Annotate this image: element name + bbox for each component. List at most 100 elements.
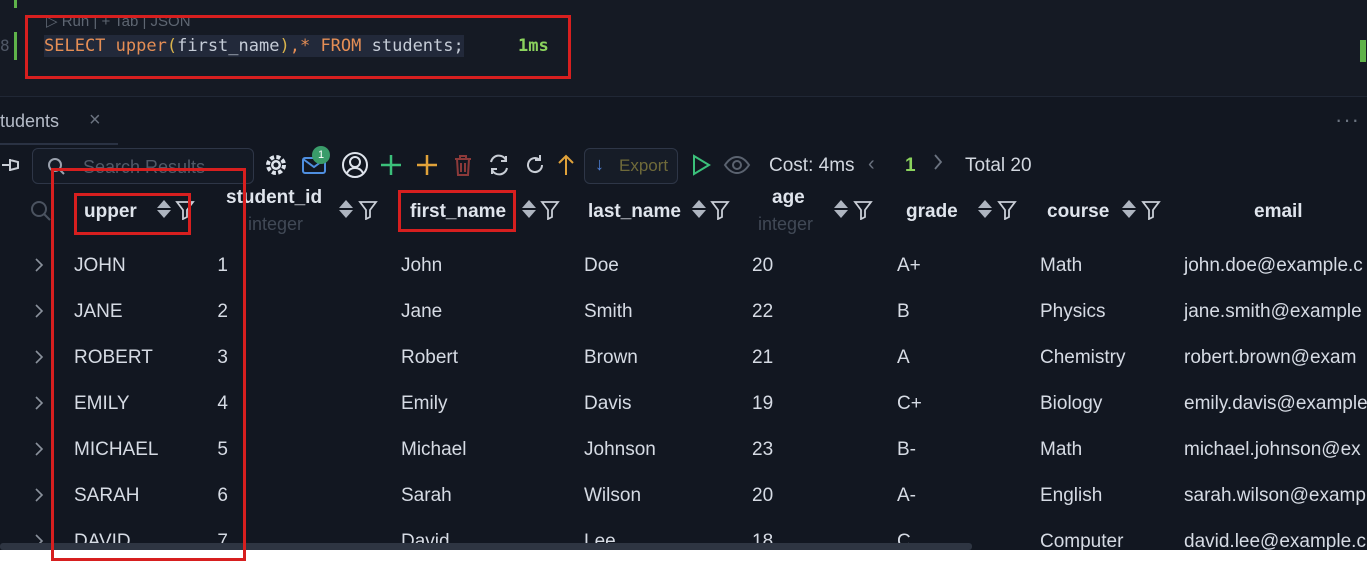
column-header-age[interactable]: age bbox=[772, 187, 805, 209]
editor-scrollbar[interactable] bbox=[1360, 40, 1366, 62]
sql-statement[interactable]: SELECT upper(first_name),* FROM students… bbox=[44, 35, 464, 57]
cell-first_name[interactable]: Robert bbox=[401, 347, 458, 369]
cell-student_id[interactable]: 2 bbox=[217, 301, 228, 323]
cell-first_name[interactable]: John bbox=[401, 255, 442, 277]
add-row-icon[interactable] bbox=[378, 150, 404, 180]
table-row[interactable]: MICHAEL 5 Michael Johnson 23 B- Math michael.jo… bbox=[0, 439, 1367, 485]
cell-upper[interactable]: JANE bbox=[74, 301, 123, 323]
cell-grade[interactable]: C+ bbox=[897, 393, 922, 415]
column-header-email[interactable]: email bbox=[1254, 201, 1303, 223]
cell-email[interactable]: david.lee@example.c bbox=[1184, 531, 1366, 550]
cell-course[interactable]: Math bbox=[1040, 255, 1082, 277]
cell-email[interactable]: john.doe@example.c bbox=[1184, 255, 1363, 277]
sort-icon-student-id[interactable] bbox=[337, 198, 355, 220]
cell-last_name[interactable]: Smith bbox=[584, 301, 633, 323]
cell-grade[interactable]: B bbox=[897, 301, 910, 323]
cell-grade[interactable]: A bbox=[897, 347, 910, 369]
table-row[interactable]: JANE 2 Jane Smith 22 B Physics jane.smith@examp… bbox=[0, 301, 1367, 347]
cell-course[interactable]: Chemistry bbox=[1040, 347, 1126, 369]
cell-upper[interactable]: EMILY bbox=[74, 393, 130, 415]
cell-student_id[interactable]: 3 bbox=[217, 347, 228, 369]
cell-last_name[interactable]: Davis bbox=[584, 393, 632, 415]
filter-icon-course[interactable] bbox=[1141, 200, 1161, 220]
filter-icon-first-name[interactable] bbox=[540, 200, 560, 220]
cell-student_id[interactable]: 1 bbox=[217, 255, 228, 277]
cell-email[interactable]: michael.johnson@ex bbox=[1184, 439, 1361, 461]
chevron-right-icon[interactable] bbox=[32, 348, 46, 366]
cell-first_name[interactable]: Jane bbox=[401, 301, 442, 323]
cell-grade[interactable]: B- bbox=[897, 439, 916, 461]
cell-upper[interactable]: JOHN bbox=[74, 255, 126, 277]
cell-age[interactable]: 20 bbox=[752, 255, 773, 277]
filter-icon-age[interactable] bbox=[853, 200, 873, 220]
sort-icon-last-name[interactable] bbox=[690, 198, 708, 220]
cell-age[interactable]: 23 bbox=[752, 439, 773, 461]
horizontal-scrollbar[interactable] bbox=[0, 543, 972, 550]
eye-icon[interactable] bbox=[722, 150, 752, 180]
current-page[interactable]: 1 bbox=[905, 155, 916, 177]
cell-first_name[interactable]: Michael bbox=[401, 439, 466, 461]
cell-course[interactable]: Math bbox=[1040, 439, 1082, 461]
cell-last_name[interactable]: Doe bbox=[584, 255, 619, 277]
codelens-actions[interactable]: ▷ Run | + Tab | JSON bbox=[46, 12, 191, 30]
cell-age[interactable]: 19 bbox=[752, 393, 773, 415]
cell-student_id[interactable]: 5 bbox=[217, 439, 228, 461]
chevron-right-icon[interactable] bbox=[32, 256, 46, 274]
cell-age[interactable]: 22 bbox=[752, 301, 773, 323]
search-results-box[interactable] bbox=[32, 148, 254, 184]
cell-course[interactable]: English bbox=[1040, 485, 1102, 507]
cell-upper[interactable]: SARAH bbox=[74, 485, 139, 507]
cell-age[interactable]: 20 bbox=[752, 485, 773, 507]
export-button[interactable]: ↓ Export bbox=[584, 148, 678, 184]
column-header-first-name[interactable]: first_name bbox=[410, 201, 506, 223]
sync-icon[interactable] bbox=[486, 150, 512, 180]
cell-last_name[interactable]: Johnson bbox=[584, 439, 656, 461]
filter-icon-grade[interactable] bbox=[997, 200, 1017, 220]
gear-icon[interactable] bbox=[262, 150, 290, 180]
chevron-right-icon[interactable] bbox=[32, 394, 46, 412]
sql-editor[interactable]: ▷ Run | + Tab | JSON 8 SELECT upper(firs… bbox=[0, 0, 1367, 96]
chevron-right-icon[interactable] bbox=[932, 151, 944, 179]
cell-grade[interactable]: A+ bbox=[897, 255, 921, 277]
sort-icon-upper[interactable] bbox=[155, 198, 173, 220]
cell-last_name[interactable]: Brown bbox=[584, 347, 638, 369]
cell-upper[interactable]: MICHAEL bbox=[74, 439, 158, 461]
chevron-right-icon[interactable] bbox=[32, 440, 46, 458]
cell-course[interactable]: Biology bbox=[1040, 393, 1102, 415]
sort-icon-grade[interactable] bbox=[976, 198, 994, 220]
cell-grade[interactable]: A- bbox=[897, 485, 916, 507]
filter-icon-upper[interactable] bbox=[175, 200, 195, 220]
delete-icon[interactable] bbox=[450, 150, 476, 180]
table-row[interactable]: EMILY 4 Emily Davis 19 C+ Biology emily.davis@e… bbox=[0, 393, 1367, 439]
cell-email[interactable]: sarah.wilson@examp bbox=[1184, 485, 1366, 507]
cell-age[interactable]: 21 bbox=[752, 347, 773, 369]
sort-icon-age[interactable] bbox=[832, 198, 850, 220]
cell-course[interactable]: Computer bbox=[1040, 531, 1123, 550]
cell-course[interactable]: Physics bbox=[1040, 301, 1105, 323]
arrow-up-icon[interactable] bbox=[554, 150, 578, 180]
chevron-left-icon[interactable]: ‹ bbox=[868, 153, 875, 176]
user-icon[interactable] bbox=[340, 150, 370, 180]
cell-email[interactable]: emily.davis@example bbox=[1184, 393, 1367, 415]
refresh-icon[interactable] bbox=[522, 150, 548, 180]
column-header-student-id[interactable]: student_id bbox=[226, 187, 322, 209]
cell-upper[interactable]: ROBERT bbox=[74, 347, 153, 369]
column-header-course[interactable]: course bbox=[1047, 201, 1109, 223]
chevron-right-icon[interactable] bbox=[32, 302, 46, 320]
column-header-last-name[interactable]: last_name bbox=[588, 201, 681, 223]
filter-icon-last-name[interactable] bbox=[710, 200, 730, 220]
cell-student_id[interactable]: 4 bbox=[217, 393, 228, 415]
pin-icon[interactable] bbox=[0, 150, 24, 180]
cell-last_name[interactable]: Wilson bbox=[584, 485, 641, 507]
sort-icon-first-name[interactable] bbox=[520, 198, 538, 220]
search-icon[interactable] bbox=[30, 200, 52, 222]
cell-email[interactable]: robert.brown@exam bbox=[1184, 347, 1356, 369]
search-input[interactable] bbox=[81, 153, 250, 181]
run-icon[interactable] bbox=[688, 150, 714, 180]
cell-email[interactable]: jane.smith@example bbox=[1184, 301, 1362, 323]
table-row[interactable]: ROBERT 3 Robert Brown 21 A Chemistry robert.bro… bbox=[0, 347, 1367, 393]
column-header-grade[interactable]: grade bbox=[906, 201, 958, 223]
add-column-icon[interactable] bbox=[414, 150, 440, 180]
tab-students[interactable]: tudents bbox=[0, 111, 59, 132]
cell-student_id[interactable]: 6 bbox=[217, 485, 228, 507]
